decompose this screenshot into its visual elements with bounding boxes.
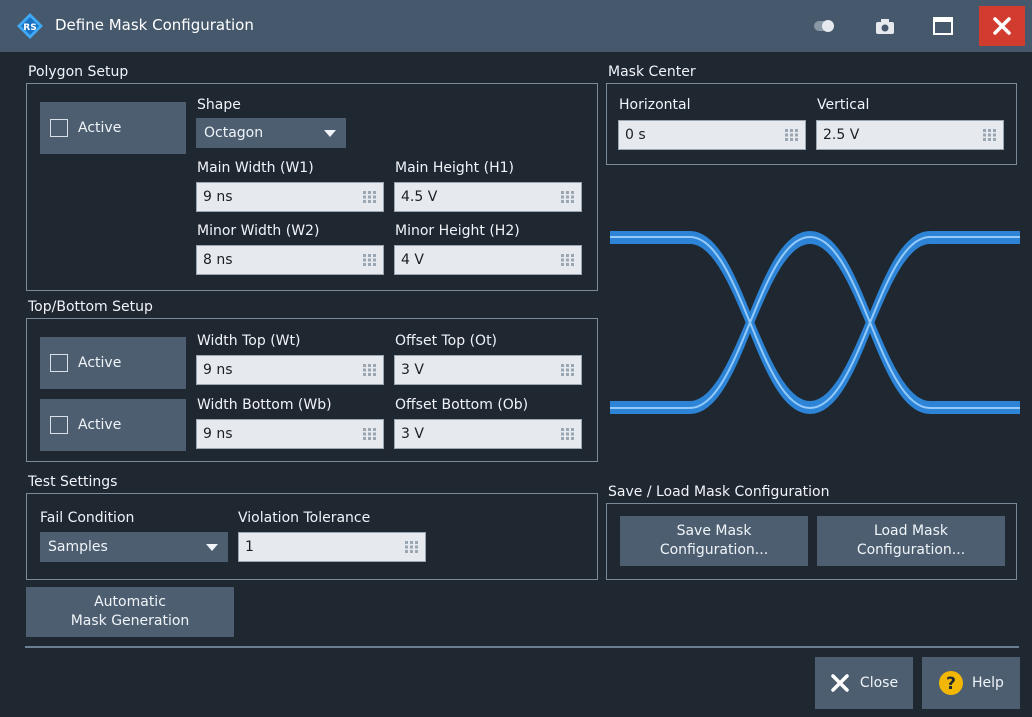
width-top-value: 9 ns [203, 362, 233, 378]
close-button[interactable]: Close [815, 657, 913, 709]
title-bar: RS Define Mask Configuration [0, 0, 1032, 52]
svg-text:?: ? [946, 674, 956, 694]
chevron-down-icon [324, 130, 336, 137]
width-top-field[interactable]: 9 ns [196, 355, 384, 385]
eye-diagram-illustration [610, 230, 1020, 415]
load-line2: Configuration... [856, 542, 966, 558]
dialog-window: RS Define Mask Configuration Polygon Set… [0, 0, 1032, 717]
maximize-icon[interactable] [931, 14, 955, 38]
vertical-field[interactable]: 2.5 V [816, 120, 1004, 150]
save-line1: Save Mask [676, 523, 752, 539]
camera-icon[interactable] [873, 14, 897, 38]
minor-width-field[interactable]: 8 ns [196, 245, 384, 275]
offset-bottom-value: 3 V [401, 426, 424, 442]
top-active-checkbox[interactable]: Active [40, 337, 186, 389]
keypad-icon[interactable] [785, 129, 799, 141]
bottom-active-label: Active [78, 417, 122, 433]
auto-mask-line1: Automatic [94, 594, 166, 610]
vertical-label: Vertical [817, 97, 870, 113]
checkbox-icon [50, 354, 68, 372]
keypad-icon[interactable] [363, 428, 377, 440]
violation-tolerance-label: Violation Tolerance [238, 510, 371, 526]
footer-separator [25, 646, 1019, 648]
svg-text:RS: RS [23, 23, 36, 33]
mask-center-label: Mask Center [608, 64, 696, 80]
minor-width-label: Minor Width (W2) [197, 223, 320, 239]
shape-label: Shape [197, 97, 241, 113]
save-mask-configuration-button[interactable]: Save Mask Configuration... [620, 516, 808, 566]
keypad-icon[interactable] [561, 364, 575, 376]
main-height-value: 4.5 V [401, 189, 438, 205]
minor-width-value: 8 ns [203, 252, 233, 268]
keypad-icon[interactable] [363, 364, 377, 376]
keypad-icon[interactable] [561, 428, 575, 440]
minor-height-field[interactable]: 4 V [394, 245, 582, 275]
keypad-icon[interactable] [363, 254, 377, 266]
offset-bottom-label: Offset Bottom (Ob) [395, 397, 529, 413]
window-close-button[interactable] [979, 6, 1025, 46]
offset-top-field[interactable]: 3 V [394, 355, 582, 385]
main-height-field[interactable]: 4.5 V [394, 182, 582, 212]
horizontal-field[interactable]: 0 s [618, 120, 806, 150]
toggle-icon[interactable] [812, 14, 836, 38]
main-width-label: Main Width (W1) [197, 160, 314, 176]
horizontal-label: Horizontal [619, 97, 691, 113]
window-title: Define Mask Configuration [55, 16, 254, 34]
minor-height-value: 4 V [401, 252, 424, 268]
auto-mask-line2: Mask Generation [70, 613, 190, 629]
checkbox-icon [50, 416, 68, 434]
fail-condition-dropdown[interactable]: Samples [40, 532, 228, 562]
violation-tolerance-value: 1 [245, 539, 254, 555]
vertical-value: 2.5 V [823, 127, 860, 143]
keypad-icon[interactable] [561, 191, 575, 203]
top-active-label: Active [78, 355, 122, 371]
checkbox-icon [50, 119, 68, 137]
keypad-icon[interactable] [363, 191, 377, 203]
minor-height-label: Minor Height (H2) [395, 223, 520, 239]
close-icon [831, 674, 849, 692]
polygon-active-label: Active [78, 120, 122, 136]
horizontal-value: 0 s [625, 127, 646, 143]
keypad-icon[interactable] [561, 254, 575, 266]
width-bottom-value: 9 ns [203, 426, 233, 442]
bottom-active-checkbox[interactable]: Active [40, 399, 186, 451]
fail-condition-value: Samples [48, 539, 108, 555]
main-height-label: Main Height (H1) [395, 160, 514, 176]
main-width-value: 9 ns [203, 189, 233, 205]
test-settings-label: Test Settings [28, 474, 118, 490]
rs-logo-icon: RS [17, 13, 43, 39]
automatic-mask-generation-button[interactable]: Automatic Mask Generation [26, 587, 234, 637]
offset-bottom-field[interactable]: 3 V [394, 419, 582, 449]
help-label: Help [972, 674, 1004, 691]
keypad-icon[interactable] [405, 541, 419, 553]
topbottom-setup-label: Top/Bottom Setup [28, 299, 153, 315]
load-mask-configuration-button[interactable]: Load Mask Configuration... [817, 516, 1005, 566]
width-bottom-label: Width Bottom (Wb) [197, 397, 332, 413]
help-button[interactable]: ? Help [922, 657, 1020, 709]
main-width-field[interactable]: 9 ns [196, 182, 384, 212]
violation-tolerance-field[interactable]: 1 [238, 532, 426, 562]
shape-value: Octagon [204, 125, 264, 141]
saveload-label: Save / Load Mask Configuration [608, 484, 830, 500]
help-icon: ? [939, 671, 964, 695]
offset-top-label: Offset Top (Ot) [395, 333, 498, 349]
shape-dropdown[interactable]: Octagon [196, 118, 346, 148]
offset-top-value: 3 V [401, 362, 424, 378]
close-icon [993, 17, 1011, 35]
polygon-active-checkbox[interactable]: Active [40, 102, 186, 154]
width-top-label: Width Top (Wt) [197, 333, 301, 349]
load-line1: Load Mask [873, 523, 949, 539]
save-line2: Configuration... [659, 542, 769, 558]
close-label: Close [859, 674, 899, 691]
keypad-icon[interactable] [983, 129, 997, 141]
width-bottom-field[interactable]: 9 ns [196, 419, 384, 449]
polygon-setup-label: Polygon Setup [28, 64, 129, 80]
fail-condition-label: Fail Condition [40, 510, 135, 526]
chevron-down-icon [206, 544, 218, 551]
